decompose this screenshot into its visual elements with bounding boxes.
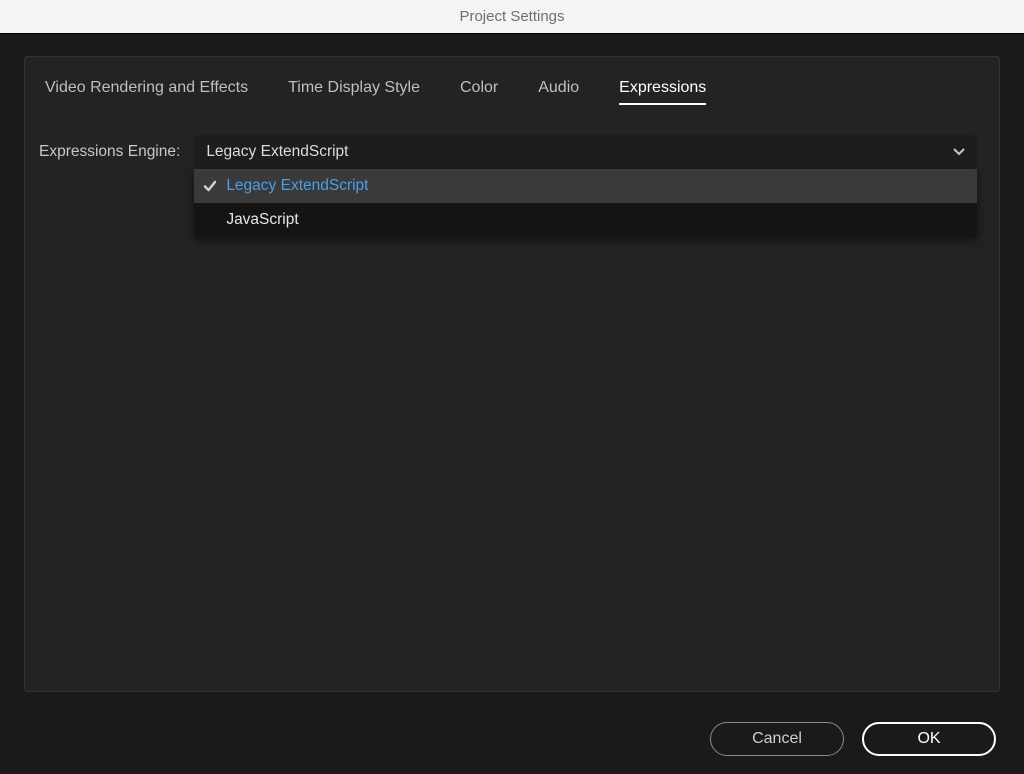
tab-time-display-style[interactable]: Time Display Style: [288, 79, 420, 105]
ok-button[interactable]: OK: [862, 722, 996, 756]
expressions-engine-select[interactable]: Legacy ExtendScript: [194, 135, 977, 169]
workspace: Video Rendering and Effects Time Display…: [0, 34, 1024, 704]
expressions-engine-select-group: Legacy ExtendScript Legacy ExtendScript …: [194, 135, 977, 169]
expressions-engine-row: Expressions Engine: Legacy ExtendScript …: [25, 105, 999, 169]
expressions-engine-dropdown: Legacy ExtendScript JavaScript: [194, 169, 977, 237]
select-value: Legacy ExtendScript: [206, 143, 348, 161]
expressions-engine-label: Expressions Engine:: [39, 143, 184, 161]
tab-color[interactable]: Color: [460, 79, 498, 105]
cancel-button[interactable]: Cancel: [710, 722, 844, 756]
option-label: JavaScript: [226, 211, 298, 229]
settings-panel: Video Rendering and Effects Time Display…: [24, 56, 1000, 692]
option-legacy-extendscript[interactable]: Legacy ExtendScript: [194, 169, 977, 203]
tab-video-rendering[interactable]: Video Rendering and Effects: [45, 79, 248, 105]
chevron-down-icon: [953, 146, 965, 158]
window-title: Project Settings: [459, 8, 564, 25]
tab-expressions[interactable]: Expressions: [619, 79, 706, 105]
titlebar: Project Settings: [0, 0, 1024, 34]
tab-audio[interactable]: Audio: [538, 79, 579, 105]
option-label: Legacy ExtendScript: [226, 177, 368, 195]
option-javascript[interactable]: JavaScript: [194, 203, 977, 237]
dialog-footer: Cancel OK: [0, 704, 1024, 774]
tabs-row: Video Rendering and Effects Time Display…: [25, 57, 999, 105]
check-icon: [202, 178, 218, 194]
